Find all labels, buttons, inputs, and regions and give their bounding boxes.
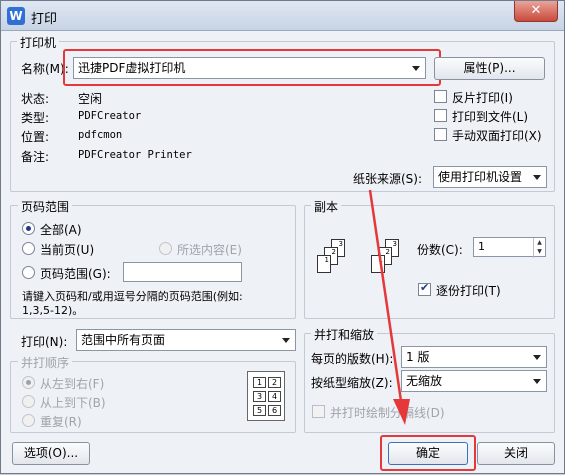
comment-label: 备注: <box>21 150 50 164</box>
pages-per-sheet-label: 每页的版数(H): <box>311 352 394 366</box>
location-value: pdfcmon <box>78 129 123 141</box>
paper-source-select[interactable]: 使用打印机设置 <box>433 166 547 188</box>
type-label: 类型: <box>21 111 50 125</box>
print-to-file-checkbox[interactable] <box>434 109 447 122</box>
print-to-file-label[interactable]: 打印到文件(L) <box>452 108 528 125</box>
order-left-right-label[interactable]: 从左到右(F) <box>40 375 104 392</box>
scale-select[interactable]: 无缩放 <box>401 370 547 392</box>
chevron-down-icon <box>533 379 541 384</box>
page-range-custom-label[interactable]: 页码范围(G): <box>40 265 111 282</box>
pages-per-sheet-value: 1 版 <box>406 350 430 364</box>
page-range-hint-line2: 1,3,5-12)。 <box>22 304 84 317</box>
print-dialog: W 打印 ✕ 打印机 名称(M): 迅捷PDF虚拟打印机 属性(P)... 状态… <box>0 0 565 474</box>
copies-group-label: 副本 <box>311 198 342 215</box>
zoom-group-label: 并打和缩放 <box>311 326 378 343</box>
page-range-all-label[interactable]: 全部(A) <box>40 221 82 238</box>
collate-preview-icon: 3 2 1 <box>371 239 413 289</box>
close-button[interactable]: 关闭 <box>477 442 555 465</box>
type-value: PDFCreator <box>78 110 142 122</box>
chevron-down-icon <box>533 355 541 360</box>
order-top-bottom-label[interactable]: 从上到下(B) <box>40 394 106 411</box>
reverse-print-checkbox[interactable] <box>434 90 447 103</box>
paper-source-label: 纸张来源(S): <box>353 172 423 186</box>
printer-properties-button[interactable]: 属性(P)... <box>434 57 545 80</box>
manual-duplex-checkbox[interactable] <box>434 128 447 141</box>
page-range-current-radio[interactable] <box>22 242 35 255</box>
status-label: 状态: <box>21 92 50 106</box>
collate-preview-icon: 3 2 1 <box>317 239 359 289</box>
highlight-printer-select <box>63 49 441 86</box>
status-value: 空闲 <box>78 92 103 106</box>
order-left-right-radio[interactable] <box>22 376 35 389</box>
scale-label: 按纸型缩放(Z): <box>311 376 393 390</box>
order-repeat-label[interactable]: 重复(R) <box>40 413 82 430</box>
spin-down-icon[interactable]: ▼ <box>534 247 545 256</box>
print-order-group-label: 并打顺序 <box>18 354 73 371</box>
page-range-all-radio[interactable] <box>22 222 35 235</box>
printer-group-label: 打印机 <box>17 34 60 51</box>
window-close-button[interactable]: ✕ <box>514 1 558 22</box>
page-range-selection-label[interactable]: 所选内容(E) <box>177 241 242 258</box>
page-range-selection-radio[interactable] <box>159 242 172 255</box>
draw-borders-label[interactable]: 并打时绘制分隔线(D) <box>330 404 445 421</box>
title-bar: W 打印 ✕ <box>1 1 564 31</box>
collate-label[interactable]: 逐份打印(T) <box>436 282 501 299</box>
window-title: 打印 <box>31 12 58 27</box>
chevron-down-icon <box>533 175 541 180</box>
pages-per-sheet-select[interactable]: 1 版 <box>401 346 547 368</box>
spin-up-icon[interactable]: ▲ <box>534 238 545 247</box>
copies-count-label: 份数(C): <box>417 243 463 257</box>
page-order-preview-icon: 12 34 56 <box>247 371 285 421</box>
reverse-print-label[interactable]: 反片打印(I) <box>452 89 513 106</box>
copies-spinner[interactable]: ▲ ▼ <box>533 238 545 258</box>
scale-value: 无缩放 <box>406 374 443 388</box>
manual-duplex-label[interactable]: 手动双面打印(X) <box>452 127 542 144</box>
page-range-group-label: 页码范围 <box>18 198 73 215</box>
highlight-ok-button <box>380 435 476 471</box>
page-range-current-label[interactable]: 当前页(U) <box>40 241 94 258</box>
chevron-down-icon <box>282 338 290 343</box>
print-what-label: 打印(N): <box>21 335 68 349</box>
location-label: 位置: <box>21 130 50 144</box>
paper-source-value: 使用打印机设置 <box>438 170 523 184</box>
collate-checkbox[interactable] <box>418 281 431 296</box>
order-top-bottom-radio[interactable] <box>22 395 35 408</box>
wps-app-icon: W <box>7 7 25 25</box>
printer-name-label: 名称(M): <box>21 62 69 76</box>
page-range-custom-radio[interactable] <box>22 266 35 279</box>
print-what-select[interactable]: 范围中所有页面 <box>76 329 296 351</box>
comment-value: PDFCreator Printer <box>78 149 192 161</box>
draw-borders-checkbox[interactable] <box>312 405 325 418</box>
order-repeat-radio[interactable] <box>22 414 35 427</box>
page-range-input[interactable] <box>123 262 242 282</box>
options-button[interactable]: 选项(O)... <box>12 442 90 465</box>
print-what-value: 范围中所有页面 <box>81 333 166 347</box>
